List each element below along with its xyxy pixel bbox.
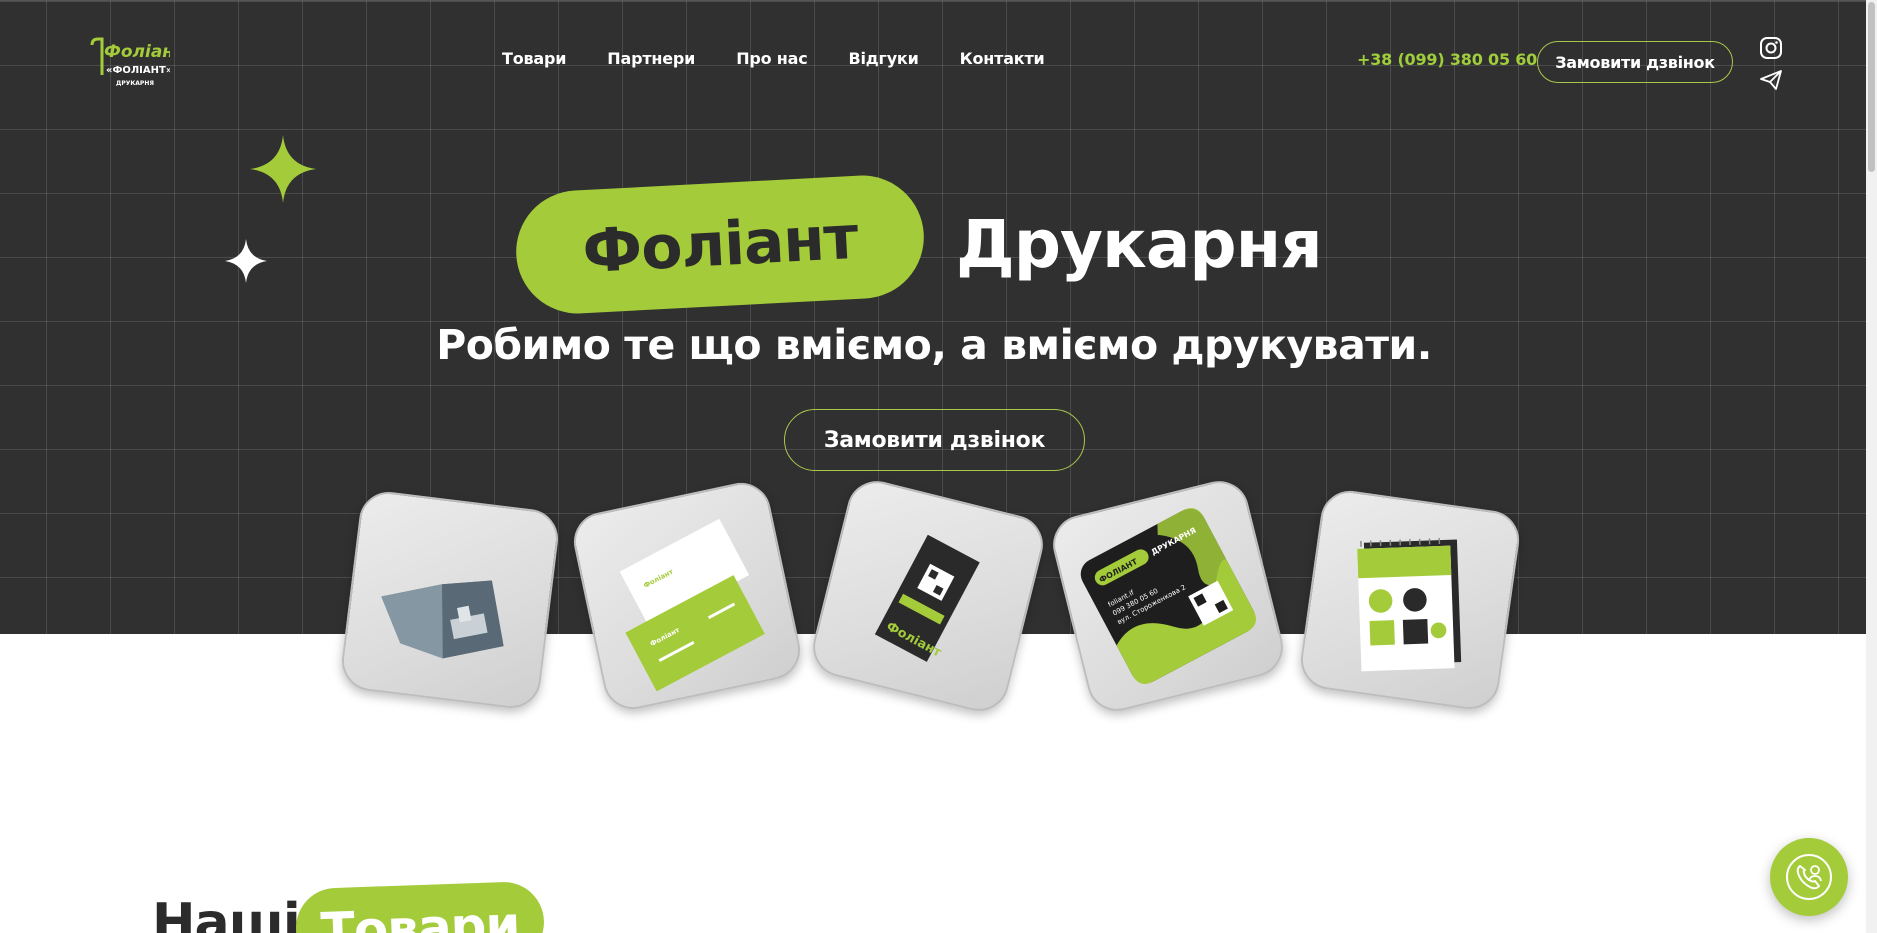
logo-text: Фоліант xyxy=(104,42,170,62)
product-card-booklet[interactable] xyxy=(338,488,562,712)
nav-item-products[interactable]: Товари xyxy=(502,49,566,68)
scrollbar-thumb[interactable] xyxy=(1868,2,1875,172)
instagram-icon[interactable] xyxy=(1758,35,1784,61)
product-card-business-cards[interactable]: Фоліант Фоліант xyxy=(568,477,806,715)
section-title-word: Наші xyxy=(152,893,301,933)
phone-call-icon xyxy=(1786,854,1832,900)
hero-title-rest: Друкарня xyxy=(956,206,1323,283)
section-title-highlight: Товари xyxy=(294,880,546,933)
main-nav: Товари Партнери Про нас Відгуки Контакти xyxy=(502,49,1045,68)
logo-subtext: «ФОЛІАНТ» xyxy=(106,65,170,76)
hero-call-button[interactable]: Замовити дзвінок xyxy=(784,409,1085,471)
logo-caption: ДРУКАРНЯ xyxy=(116,80,154,87)
product-card-notebook[interactable] xyxy=(1297,487,1523,713)
page: Фоліант «ФОЛІАНТ» ДРУКАРНЯ Товари Партне… xyxy=(0,0,1877,933)
telegram-icon[interactable] xyxy=(1758,67,1784,93)
hero-title-highlight-text: Фоліант xyxy=(580,202,860,287)
nav-item-partners[interactable]: Партнери xyxy=(607,49,695,68)
floating-call-button[interactable] xyxy=(1770,838,1848,916)
sparkle-small-icon xyxy=(225,239,267,283)
nav-item-contacts[interactable]: Контакти xyxy=(960,49,1045,68)
nav-item-about[interactable]: Про нас xyxy=(736,49,808,68)
logo[interactable]: Фоліант «ФОЛІАНТ» ДРУКАРНЯ xyxy=(86,35,185,89)
nav-item-reviews[interactable]: Відгуки xyxy=(849,49,919,68)
sparkle-icon xyxy=(250,135,316,203)
section-title-highlight-text: Товари xyxy=(319,895,521,933)
header-phone-link[interactable]: +38 (099) 380 05 60 xyxy=(1357,50,1537,69)
header-call-button[interactable]: Замовити дзвінок xyxy=(1537,41,1733,83)
social-links xyxy=(1758,35,1784,93)
hero-title-highlight: Фоліант xyxy=(513,172,927,317)
hero-subtitle: Робимо те що вміємо, а вміємо друкувати. xyxy=(436,321,1432,369)
